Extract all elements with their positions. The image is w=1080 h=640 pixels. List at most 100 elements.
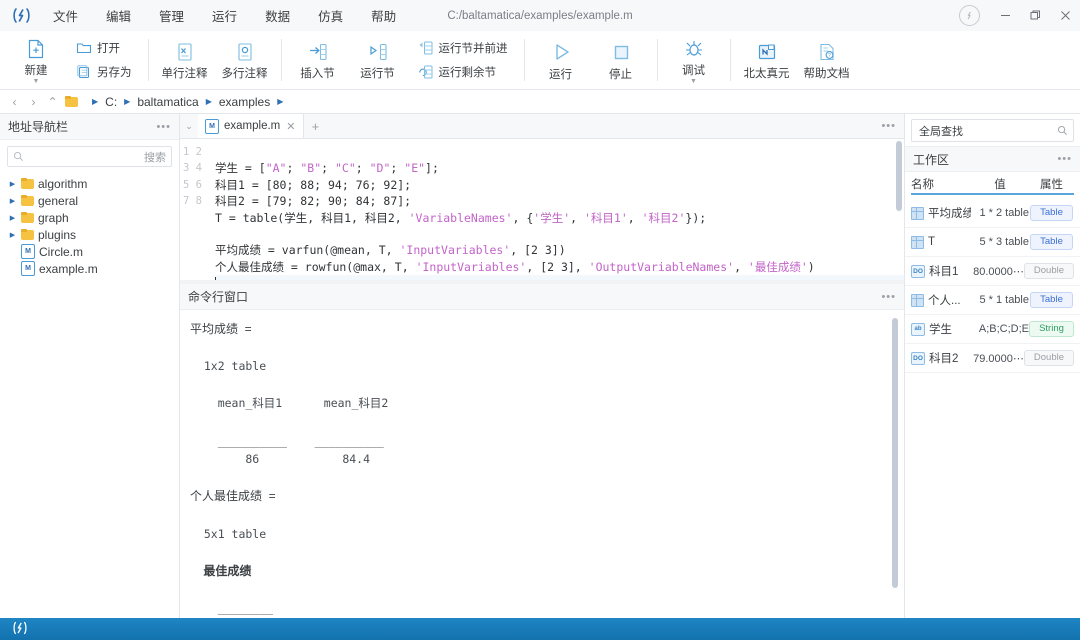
tree-item-example-m[interactable]: M example.m — [0, 260, 179, 277]
global-search-box[interactable] — [911, 119, 1074, 142]
column-header-value[interactable]: 值 — [971, 176, 1029, 195]
chevron-right-icon[interactable]: ▶ — [8, 214, 17, 222]
column-header-attr[interactable]: 属性 — [1029, 176, 1074, 195]
workspace-row[interactable]: ab 学生 A;B;C;D;E String — [905, 315, 1080, 344]
open-folder-icon — [76, 40, 92, 56]
path-navigation-bar: ‹ › ⌃ ▶ C: ▶ baltamatica ▶ examples ▶ — [0, 90, 1080, 114]
variable-name-cell: 个人... — [911, 292, 971, 308]
workspace-column-headers: 名称 值 属性 — [905, 172, 1080, 199]
run-section-icon — [367, 41, 389, 63]
chevron-down-icon[interactable]: ▼ — [33, 79, 40, 84]
menu-simulate[interactable]: 仿真 — [305, 2, 356, 29]
variable-name: T — [928, 236, 935, 248]
new-tab-button[interactable]: + — [304, 114, 326, 138]
line-number: 2 — [196, 146, 202, 158]
menu-run[interactable]: 运行 — [199, 2, 250, 29]
workspace-row[interactable]: DO 科目1 80.0000⋯ Double — [905, 257, 1080, 286]
file-browser-menu-icon[interactable]: ••• — [156, 121, 171, 133]
chevron-right-icon: ▶ — [88, 97, 102, 106]
tree-item-circle-m[interactable]: M Circle.m — [0, 243, 179, 260]
menu-help[interactable]: 帮助 — [358, 2, 409, 29]
nav-up-button[interactable]: ⌃ — [44, 93, 61, 111]
nav-back-button[interactable]: ‹ — [6, 93, 23, 111]
chevron-right-icon[interactable]: ▶ — [8, 231, 17, 239]
run-button[interactable]: 运行 — [531, 31, 591, 89]
divider — [148, 39, 149, 81]
divider — [657, 39, 658, 81]
insert-section-button[interactable]: 插入节 — [288, 31, 348, 89]
multi-line-comment-button[interactable]: 多行注释 — [215, 31, 275, 89]
menu-manage[interactable]: 管理 — [146, 2, 197, 29]
command-window-menu-icon[interactable]: ••• — [881, 291, 896, 303]
editor-scrollbar[interactable] — [896, 141, 902, 211]
single-line-comment-button[interactable]: 单行注释 — [155, 31, 215, 89]
breadcrumb-item-examples[interactable]: examples — [217, 94, 272, 110]
text-caret — [215, 277, 216, 280]
stop-button[interactable]: 停止 — [591, 31, 651, 89]
divider — [524, 39, 525, 81]
workspace-menu-icon[interactable]: ••• — [1057, 153, 1072, 165]
code-line: 个人最佳成绩 = rowfun(@max, T, 'InputVariables… — [215, 260, 815, 274]
editor-menu-icon[interactable]: ••• — [881, 114, 896, 138]
workspace-row[interactable]: 个人... 5 * 1 table Table — [905, 286, 1080, 315]
run-label: 运行 — [549, 66, 572, 82]
nav-forward-button[interactable]: › — [25, 93, 42, 111]
column-header-name[interactable]: 名称 — [911, 176, 971, 195]
workspace-row[interactable]: DO 科目2 79.0000⋯ Double — [905, 344, 1080, 373]
stop-label: 停止 — [609, 66, 632, 82]
variable-name: 科目1 — [929, 263, 958, 279]
chevron-right-icon[interactable]: ▶ — [273, 97, 287, 106]
new-file-icon — [25, 38, 47, 60]
menu-file[interactable]: 文件 — [40, 2, 91, 29]
code-text[interactable]: 学生 = ["A"; "B"; "C"; "D"; "E"]; 科目1 = [8… — [207, 139, 904, 280]
breadcrumb-item-baltamatica[interactable]: baltamatica — [135, 94, 200, 110]
run-section-advance-button[interactable]: 运行节并前进 — [412, 37, 514, 59]
chevron-right-icon[interactable]: ▶ — [8, 180, 17, 188]
ribbon-toolbar: 新建 ▼ 打开 另存为 — [0, 31, 1080, 90]
close-icon[interactable]: ✕ — [285, 120, 296, 133]
command-window-scrollbar[interactable] — [892, 318, 898, 588]
command-window-output[interactable]: 平均成绩 = 1x2 table mean_科目1 mean_科目2 _____… — [180, 310, 904, 618]
menu-edit[interactable]: 编辑 — [93, 2, 144, 29]
tree-item-plugins[interactable]: ▶ plugins — [0, 226, 179, 243]
code-line-active — [215, 275, 904, 280]
menu-data[interactable]: 数据 — [252, 2, 303, 29]
editor-tab-example-m[interactable]: M example.m ✕ — [198, 114, 304, 138]
double-icon: DO — [911, 265, 925, 278]
open-file-button[interactable]: 打开 — [70, 37, 138, 59]
variable-attr-cell: String — [1029, 321, 1074, 337]
tree-item-label: plugins — [38, 228, 76, 242]
chevron-down-icon[interactable]: ⌄ — [180, 114, 198, 138]
chevron-right-icon[interactable]: ▶ — [8, 197, 17, 205]
help-doc-button[interactable]: ? 帮助文档 — [797, 31, 857, 89]
run-section-advance-icon — [418, 40, 434, 56]
save-as-button[interactable]: 另存为 — [70, 61, 138, 83]
debug-button[interactable]: 调试 ▼ — [664, 31, 724, 89]
maximize-button[interactable] — [1020, 0, 1050, 31]
tree-item-algorithm[interactable]: ▶ algorithm — [0, 175, 179, 192]
close-button[interactable] — [1050, 0, 1080, 31]
multi-line-comment-label: 多行注释 — [222, 65, 268, 81]
global-search-input[interactable] — [917, 124, 1057, 138]
breadcrumb-item-drive[interactable]: C: — [103, 94, 119, 110]
search-icon[interactable] — [1057, 125, 1068, 136]
code-editor-area[interactable]: 1 2 3 4 5 6 7 8 学生 = ["A"; "B"; "C"; "D"… — [180, 139, 904, 280]
workspace-row[interactable]: T 5 * 3 table Table — [905, 228, 1080, 257]
run-section-button[interactable]: 运行节 — [348, 31, 408, 89]
workspace-row[interactable]: 平均成绩 1 * 2 table Table — [905, 199, 1080, 228]
brand-badge-icon — [959, 5, 980, 26]
chevron-down-icon[interactable]: ▼ — [690, 79, 697, 84]
new-file-button[interactable]: 新建 ▼ — [6, 31, 66, 89]
line-number-gutter: 1 2 3 4 5 6 7 8 — [180, 139, 207, 280]
output-line: ________ — [190, 601, 273, 615]
beitai-zhenyuan-button[interactable]: 北太真元 — [737, 31, 797, 89]
run-remaining-sections-button[interactable]: 运行剩余节 — [412, 61, 514, 83]
minimize-button[interactable] — [990, 0, 1020, 31]
file-search-input[interactable] — [28, 150, 144, 164]
tree-item-graph[interactable]: ▶ graph — [0, 209, 179, 226]
tree-item-general[interactable]: ▶ general — [0, 192, 179, 209]
debug-bug-icon — [683, 38, 705, 60]
line-number: 3 — [183, 162, 189, 174]
command-window-header: 命令行窗口 ••• — [180, 284, 904, 310]
file-search-box[interactable]: 搜索 — [7, 146, 172, 167]
